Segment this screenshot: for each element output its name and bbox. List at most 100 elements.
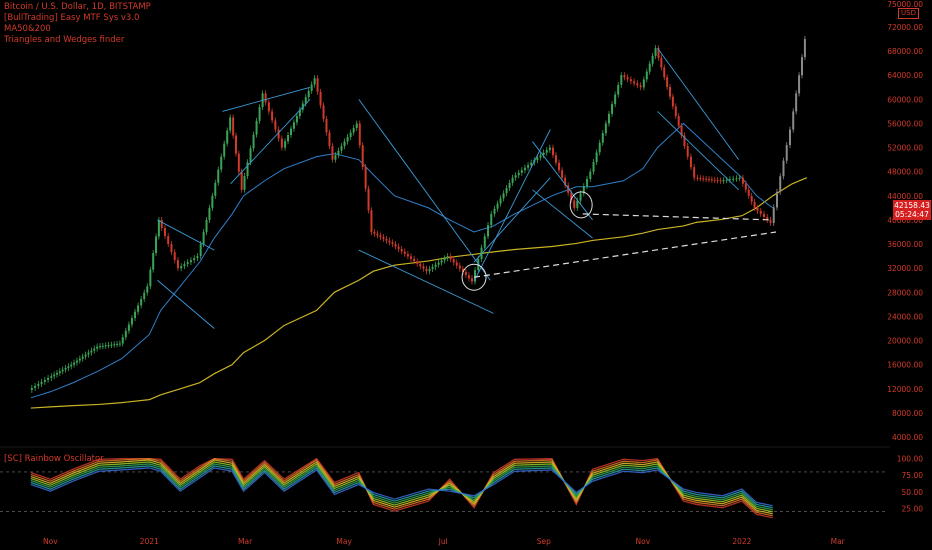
candle-body (409, 256, 412, 259)
price-tick-label: 32000.00 (887, 264, 923, 273)
candle-body (189, 260, 192, 263)
candle-body (747, 189, 750, 196)
candle-body (96, 346, 99, 349)
candle-body (674, 106, 677, 117)
candle-body (229, 117, 232, 131)
candle-body (183, 264, 186, 267)
candle-body (376, 233, 379, 236)
candle-body (152, 253, 155, 270)
candle-body (287, 134, 290, 142)
candle-body (639, 85, 642, 88)
candle-body (101, 345, 104, 347)
candle-body (304, 97, 307, 104)
candle-body (176, 260, 179, 269)
candle-body (511, 177, 514, 183)
candle-body (788, 129, 791, 146)
candle-body (446, 256, 449, 259)
price-tick-label: 68000.00 (887, 47, 923, 56)
candle-body (455, 262, 458, 266)
candle-body (295, 116, 298, 123)
candle-body (157, 219, 160, 237)
candle-body (53, 374, 56, 377)
legend-symbol[interactable]: Bitcoin / U.S. Dollar, 1D, BITSTAMP (4, 2, 151, 13)
candle-body (167, 236, 170, 245)
candle-body (310, 84, 313, 91)
candle-body (539, 155, 542, 158)
candle-body (785, 145, 788, 161)
candle-body (149, 269, 152, 287)
candle-body (93, 348, 96, 351)
candle-body (155, 236, 158, 254)
candle-body (713, 179, 716, 181)
candle-body (346, 137, 349, 142)
candle-body (779, 176, 782, 192)
candle-body (800, 57, 803, 76)
candle-body (499, 198, 502, 204)
candle-body (140, 298, 143, 306)
candle-body (388, 240, 391, 243)
legend-indicator-mtf[interactable]: [BullTrading] Easy MTF Sys v3.0 (4, 13, 151, 24)
candle-body (517, 172, 520, 176)
candle-body (271, 111, 274, 121)
candle-body (67, 366, 70, 368)
price-tick-label: 60000.00 (887, 95, 923, 104)
candle-body (671, 96, 674, 107)
price-tick-label: 52000.00 (887, 144, 923, 153)
ma50-line (30, 122, 774, 399)
time-tick-label: Mar (831, 537, 846, 546)
candle-body (50, 376, 53, 378)
candle-body (725, 179, 728, 181)
last-price-value: 42158.43 (894, 201, 930, 210)
candle-body (719, 180, 722, 182)
candle-body (173, 252, 176, 261)
candle-body (352, 127, 355, 133)
candle-body (623, 75, 626, 78)
price-tick-label: 56000.00 (887, 119, 923, 128)
candle-body (636, 83, 639, 86)
candle-body (686, 146, 689, 157)
oscillator-label[interactable]: [SC] Rainbow Oscillator (4, 454, 104, 464)
currency-unit[interactable]: USD (898, 8, 919, 19)
candle-body (73, 362, 76, 365)
price-tick-label: 28000.00 (887, 288, 923, 297)
candle-body (234, 135, 237, 154)
candle-body (651, 55, 654, 64)
chart-canvas[interactable]: 72000.00 68000.00 64000.00 60000.00 56000.00… (0, 0, 932, 550)
legend-indicator-ma[interactable]: MA50&200 (4, 24, 151, 35)
price-axis: 72000.00 68000.00 64000.00 60000.00 56000.00… (887, 0, 923, 442)
candle-body (214, 182, 217, 196)
candle-body (425, 268, 428, 272)
candle-body (611, 104, 614, 114)
candle-body (458, 265, 461, 269)
candle-body (693, 167, 696, 178)
candle-body (775, 191, 778, 208)
candle-body (413, 258, 416, 262)
candle-body (255, 120, 258, 135)
candle-body (769, 219, 772, 223)
candle-body (118, 343, 121, 345)
candle-body (716, 180, 719, 182)
candle-body (343, 141, 346, 147)
candle-body (792, 111, 795, 130)
osc-tick-label: 100.00 (897, 455, 923, 464)
pattern-line (532, 141, 593, 221)
candle-body (487, 225, 490, 237)
candle-body (762, 213, 765, 217)
price-tick-label: 4000.00 (892, 433, 923, 442)
candle-body (595, 152, 598, 163)
candle-body (349, 132, 352, 138)
candle-body (428, 269, 431, 272)
candle-body (90, 350, 93, 353)
support-line (473, 231, 777, 278)
candle-body (604, 123, 607, 134)
legend-indicator-patterns[interactable]: Triangles and Wedges finder (4, 35, 151, 46)
candle-body (252, 134, 255, 149)
osc-tick-label: 75.00 (902, 471, 924, 480)
candle-body (180, 266, 183, 269)
candle-body (358, 123, 361, 146)
candle-body (249, 148, 252, 163)
candle-body (592, 162, 595, 172)
candle-body (419, 263, 422, 267)
candle-body (710, 179, 713, 181)
price-tick-label: 20000.00 (887, 337, 923, 346)
